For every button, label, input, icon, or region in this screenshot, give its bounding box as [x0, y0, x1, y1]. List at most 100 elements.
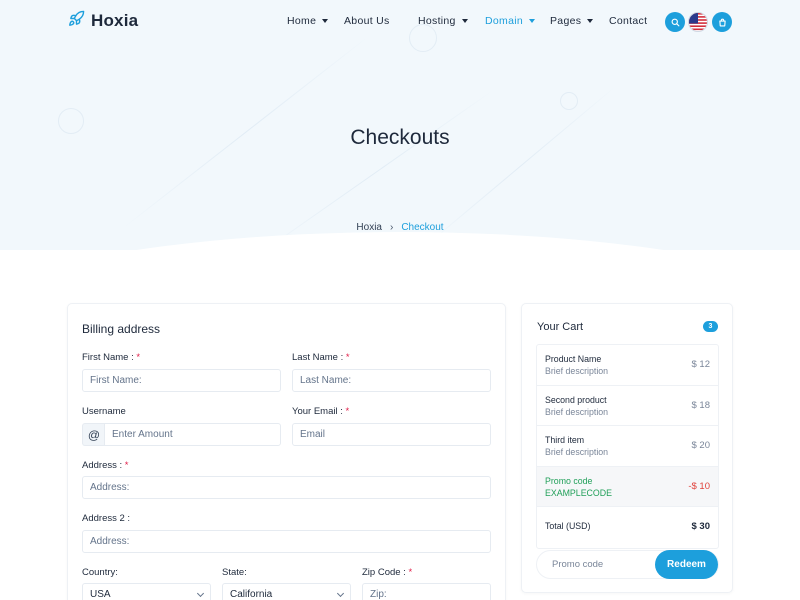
breadcrumb-home-link[interactable]: Hoxia — [356, 222, 382, 233]
last-name-label: Last Name : * — [292, 352, 350, 363]
us-flag-icon — [689, 13, 707, 31]
rocket-icon — [68, 10, 85, 32]
cart-items-list: Product Name Brief description $ 12 Seco… — [536, 344, 719, 549]
required-mark: * — [345, 352, 350, 363]
promo-label: Promo code — [545, 475, 593, 486]
page-title: Checkouts — [350, 126, 450, 149]
address2-label: Address 2 : — [82, 513, 131, 524]
label-text: Address : — [82, 460, 123, 471]
search-icon — [671, 18, 679, 26]
item-description: Brief description — [545, 366, 609, 376]
nav-item-label: Pages — [550, 15, 582, 27]
placeholder-text: First Name: — [90, 375, 142, 386]
required-mark: * — [124, 460, 129, 471]
nav-item-label: Domain — [485, 15, 523, 27]
total-value: $ 30 — [691, 521, 711, 532]
promo-code-row: Promo code EXAMPLECODE -$ 10 — [537, 466, 718, 507]
item-name: Third item — [545, 435, 585, 445]
placeholder-text: Email — [300, 429, 326, 440]
email-label: Your Email : * — [292, 406, 349, 417]
placeholder-text: Address: — [90, 482, 130, 493]
chevron-down-icon — [196, 589, 205, 597]
top-navigation: Hoxia Home About Us Hosting Domain Pages… — [0, 0, 800, 44]
brand-logo[interactable]: Hoxia — [68, 10, 138, 32]
placeholder-text: Enter Amount — [112, 429, 173, 440]
placeholder-text: Last Name: — [300, 375, 352, 386]
redeem-button[interactable]: Redeem — [655, 550, 718, 579]
shopping-bag-icon — [718, 18, 726, 26]
cart-title: Your Cart — [537, 321, 584, 333]
cart-item: Product Name Brief description $ 12 — [537, 345, 718, 386]
placeholder-text: Address: — [90, 536, 130, 547]
nav-item-hosting[interactable]: Hosting — [418, 15, 468, 27]
breadcrumb: Hoxia › Checkout — [0, 222, 800, 233]
nav-item-about-us[interactable]: About Us — [344, 15, 390, 27]
cart-item: Second product Brief description $ 18 — [537, 386, 718, 426]
nav-item-home[interactable]: Home — [287, 15, 329, 27]
cart-count-badge: 3 — [703, 321, 718, 332]
zip-input[interactable]: Zip: — [362, 583, 491, 600]
email-input[interactable]: Email — [292, 423, 491, 446]
nav-item-label: About Us — [344, 15, 390, 27]
item-description: Brief description — [545, 447, 609, 457]
required-mark: * — [408, 567, 413, 578]
first-name-label: First Name : * — [82, 352, 140, 363]
caret-down-icon — [528, 19, 535, 23]
item-name: Second product — [545, 394, 607, 405]
country-select[interactable]: USA — [82, 583, 211, 600]
hero-curve — [0, 232, 800, 250]
placeholder-text: Promo code — [552, 559, 604, 570]
nav-item-label: Home — [287, 15, 317, 27]
nav-item-pages[interactable]: Pages — [550, 15, 594, 27]
item-name: Product Name — [545, 354, 602, 364]
country-label: Country: — [82, 567, 118, 578]
state-label: State: — [222, 567, 247, 578]
caret-down-icon — [461, 19, 468, 23]
item-price: $ 18 — [691, 399, 711, 411]
state-select[interactable]: California — [222, 583, 351, 600]
label-text: Last Name : — [292, 352, 344, 363]
item-description: Brief description — [545, 406, 609, 417]
selected-value: USA — [90, 589, 111, 600]
cart-item: Third item Brief description $ 20 — [537, 426, 718, 467]
cart-button[interactable] — [712, 12, 732, 32]
language-selector[interactable] — [688, 12, 708, 32]
selected-value: California — [230, 589, 273, 600]
caret-down-icon — [587, 19, 594, 23]
cart-summary-card: Your Cart 3 Product Name Brief descripti… — [521, 303, 733, 593]
required-mark: * — [345, 406, 350, 417]
address-input[interactable]: Address: — [82, 476, 491, 499]
decorative-circle — [560, 92, 578, 110]
promo-discount: -$ 10 — [688, 480, 710, 492]
caret-down-icon — [322, 19, 329, 23]
address-label: Address : * — [82, 460, 128, 471]
nav-item-domain[interactable]: Domain — [485, 15, 535, 27]
nav-item-label: Contact — [609, 15, 648, 27]
zip-label: Zip Code : * — [362, 567, 412, 578]
username-input[interactable]: Enter Amount — [104, 423, 281, 446]
breadcrumb-current: Checkout — [401, 222, 444, 233]
username-label: Username — [82, 406, 126, 417]
cart-total-row: Total (USD) $ 30 — [537, 507, 718, 548]
label-text: Your Email : — [292, 406, 343, 417]
billing-title: Billing address — [82, 322, 161, 336]
promo-code-value: EXAMPLECODE — [545, 487, 612, 498]
required-mark: * — [136, 352, 141, 363]
last-name-input[interactable]: Last Name: — [292, 369, 491, 392]
address2-input[interactable]: Address: — [82, 530, 491, 553]
brand-name: Hoxia — [91, 11, 139, 30]
nav-item-label: Hosting — [418, 15, 456, 27]
chevron-down-icon — [336, 589, 345, 597]
label-text: First Name : — [82, 352, 134, 363]
first-name-input[interactable]: First Name: — [82, 369, 281, 392]
billing-address-card: Billing address First Name : * First Nam… — [67, 303, 506, 600]
placeholder-text: Zip: — [370, 589, 387, 600]
at-sign-icon: @ — [82, 423, 105, 446]
item-price: $ 20 — [691, 440, 711, 451]
chevron-right-icon: › — [389, 222, 394, 233]
nav-item-contact[interactable]: Contact — [609, 15, 647, 27]
label-text: Zip Code : — [362, 567, 406, 578]
item-price: $ 12 — [691, 359, 711, 370]
total-label: Total (USD) — [545, 521, 591, 531]
search-button[interactable] — [665, 12, 685, 32]
